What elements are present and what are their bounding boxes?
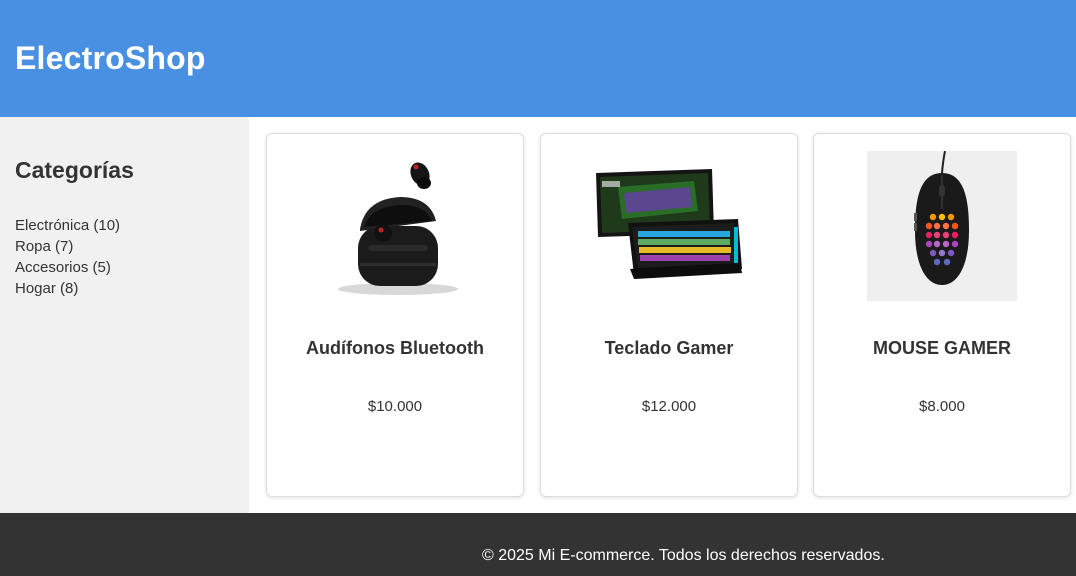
earbuds-image <box>338 162 458 295</box>
footer-copyright: © 2025 Mi E-commerce. Todos los derechos… <box>482 547 885 564</box>
site-footer: © 2025 Mi E-commerce. Todos los derechos… <box>0 513 1076 576</box>
product-grid: Audífonos Bluetooth $10.000 Teclado Game… <box>249 117 1076 513</box>
product-card[interactable]: Teclado Gamer $12.000 <box>540 133 798 497</box>
category-item-accesorios[interactable]: Accesorios (5) <box>15 257 234 278</box>
mouse-image <box>867 151 1017 301</box>
category-item-hogar[interactable]: Hogar (8) <box>15 278 234 299</box>
sidebar: Categorías Electrónica (10) Ropa (7) Acc… <box>0 117 249 513</box>
category-item-electronica[interactable]: Electrónica (10) <box>15 215 234 236</box>
product-card[interactable]: MOUSE GAMER $8.000 <box>813 133 1071 497</box>
site-title[interactable]: ElectroShop <box>15 40 206 77</box>
sidebar-title: Categorías <box>15 157 134 183</box>
product-name[interactable]: Teclado Gamer <box>541 338 797 359</box>
product-price: $12.000 <box>641 398 697 415</box>
product-card[interactable]: Audífonos Bluetooth $10.000 <box>266 133 524 497</box>
product-price: $8.000 <box>919 398 965 415</box>
category-list: Electrónica (10) Ropa (7) Accesorios (5)… <box>15 215 234 299</box>
product-name[interactable]: Audífonos Bluetooth <box>267 338 523 359</box>
keyboard-image <box>596 169 742 279</box>
product-price: $10.000 <box>367 398 423 415</box>
site-header: ElectroShop <box>0 0 1076 117</box>
product-name[interactable]: MOUSE GAMER <box>814 338 1070 359</box>
category-item-ropa[interactable]: Ropa (7) <box>15 236 234 257</box>
